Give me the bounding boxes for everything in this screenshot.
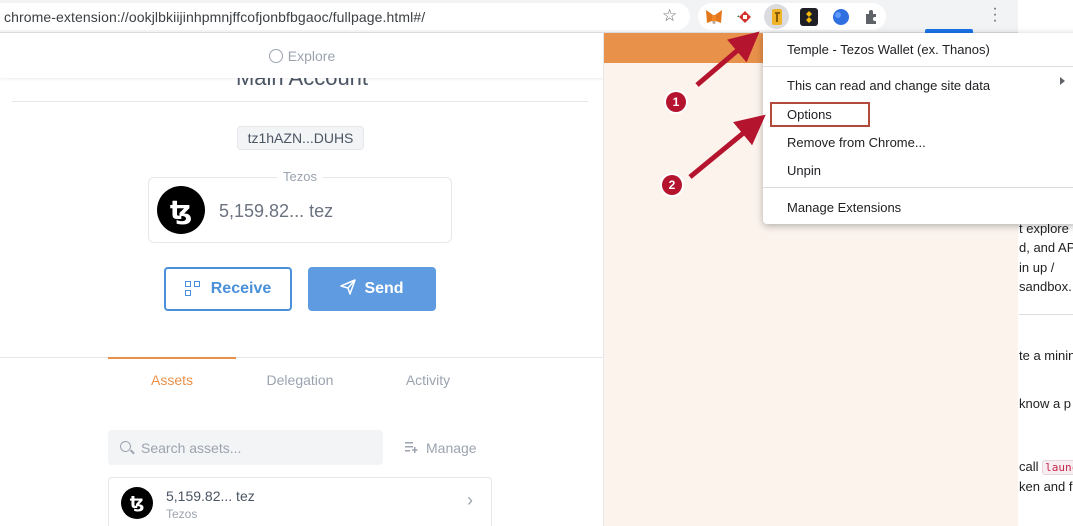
manage-list-icon bbox=[405, 441, 418, 456]
annotation-badge-1: 1 bbox=[666, 92, 686, 112]
asset-row-tezos[interactable]: ꜩ 5,159.82... tez Tezos › bbox=[108, 477, 492, 526]
send-button[interactable]: Send bbox=[308, 267, 436, 311]
tab-delegation[interactable]: Delegation bbox=[236, 372, 364, 388]
search-assets-input[interactable]: Search assets... bbox=[108, 430, 383, 465]
tab-activity[interactable]: Activity bbox=[364, 372, 492, 388]
menu-item-unpin[interactable]: Unpin bbox=[787, 163, 821, 178]
page-text-fragment: te a minin bbox=[1019, 348, 1073, 363]
receive-label: Receive bbox=[210, 280, 272, 297]
menu-item-extension-name[interactable]: Temple - Tezos Wallet (ex. Thanos) bbox=[787, 42, 990, 57]
page-text-fragment: d, and AP bbox=[1019, 240, 1073, 255]
metamask-icon[interactable] bbox=[704, 7, 724, 27]
address-badge[interactable]: tz1hAZN...DUHS bbox=[237, 126, 364, 150]
blue-globe-icon[interactable] bbox=[831, 7, 851, 27]
chevron-right-icon: › bbox=[467, 490, 473, 510]
asset-amount: 5,159.82... tez bbox=[166, 488, 255, 504]
explore-label: Explore bbox=[287, 47, 336, 64]
browser-toolbar: chrome-extension://ookjlbkiijinhpmnjffco… bbox=[0, 0, 1018, 33]
browser-menu-icon[interactable]: · · · bbox=[990, 1, 1000, 29]
extension-context-menu: Temple - Tezos Wallet (ex. Thanos) This … bbox=[763, 33, 1073, 224]
annotation-badge-2: 2 bbox=[662, 175, 682, 195]
balance-legend: Tezos bbox=[277, 169, 323, 184]
page-text-fragment: call launc bbox=[1019, 459, 1073, 475]
balance-card: Tezos ꜩ 5,159.82... tez bbox=[148, 169, 452, 243]
balance-amount: 5,159.82... tez bbox=[219, 201, 334, 221]
page-text-fragment: sandbox. bbox=[1019, 279, 1072, 294]
inline-code: launc bbox=[1042, 460, 1073, 475]
wallet-panel: Explore Main Account tz1hAZN...DUHS Tezo… bbox=[0, 33, 604, 526]
active-tab-indicator bbox=[108, 357, 236, 359]
search-placeholder: Search assets... bbox=[141, 440, 242, 456]
tezos-logo-icon: ꜩ bbox=[121, 487, 153, 519]
menu-item-site-access[interactable]: This can read and change site data bbox=[787, 78, 990, 93]
page-divider bbox=[1019, 314, 1073, 315]
tab-assets[interactable]: Assets bbox=[108, 372, 236, 388]
qr-code-icon bbox=[184, 281, 201, 297]
page-text-fragment: know a p bbox=[1019, 396, 1072, 411]
menu-separator bbox=[763, 187, 1073, 188]
extensions-bar bbox=[698, 3, 886, 30]
temple-wallet-icon[interactable] bbox=[764, 4, 789, 29]
puzzle-icon[interactable] bbox=[862, 7, 882, 27]
send-label: Send bbox=[364, 280, 404, 297]
receive-button[interactable]: Receive bbox=[164, 267, 292, 311]
compass-icon bbox=[268, 48, 283, 63]
explore-link[interactable]: Explore bbox=[0, 33, 603, 78]
menu-item-remove[interactable]: Remove from Chrome... bbox=[787, 135, 926, 150]
asset-name: Tezos bbox=[166, 507, 198, 521]
manage-label: Manage bbox=[426, 440, 477, 456]
red-diamond-icon[interactable] bbox=[735, 7, 755, 27]
page-text-fragment: ken and f bbox=[1019, 479, 1073, 494]
address-bar[interactable]: chrome-extension://ookjlbkiijinhpmnjffco… bbox=[0, 3, 690, 30]
manage-button[interactable]: Manage bbox=[405, 440, 477, 456]
menu-separator bbox=[763, 66, 1073, 67]
page-text-fragment: in up / bbox=[1019, 260, 1055, 275]
submenu-arrow-icon bbox=[1060, 77, 1065, 85]
bookmark-star-icon[interactable]: ☆ bbox=[662, 6, 677, 26]
page-text-fragment: call bbox=[1019, 459, 1039, 474]
divider bbox=[12, 101, 588, 102]
options-highlight-box bbox=[770, 102, 870, 127]
paper-plane-icon bbox=[340, 278, 357, 300]
binance-icon[interactable] bbox=[799, 7, 819, 27]
tezos-logo-icon: ꜩ bbox=[157, 186, 205, 234]
search-icon bbox=[120, 441, 131, 452]
menu-item-manage-extensions[interactable]: Manage Extensions bbox=[787, 200, 901, 215]
url-text[interactable]: chrome-extension://ookjlbkiijinhpmnjffco… bbox=[4, 9, 425, 25]
